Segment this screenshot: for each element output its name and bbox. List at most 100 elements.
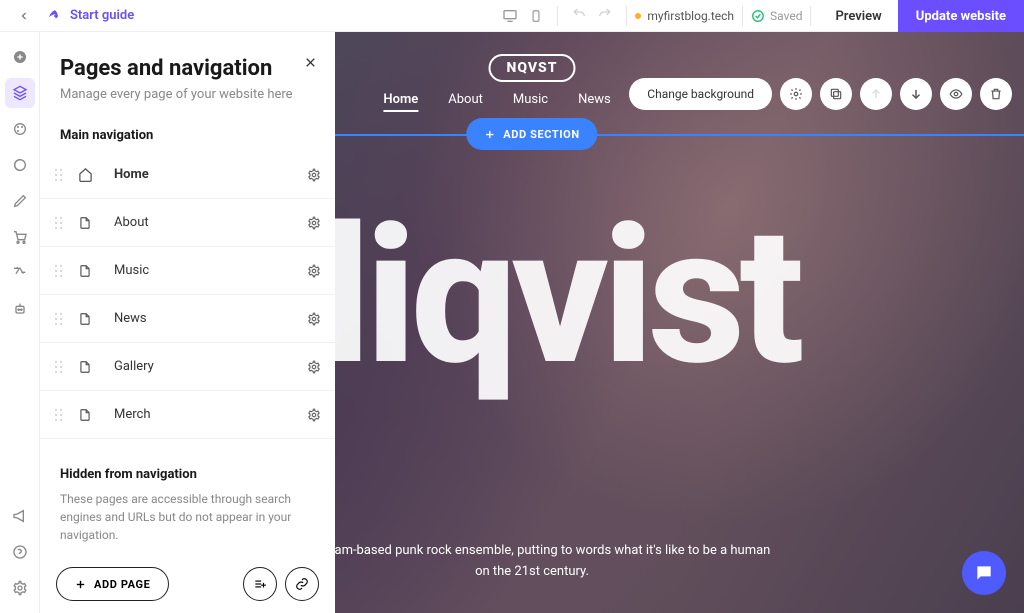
back-button[interactable]: [10, 2, 38, 30]
plus-icon: [75, 579, 86, 590]
site-nav-link[interactable]: Home: [383, 92, 418, 112]
page-name: Music: [114, 263, 307, 278]
rail-styles[interactable]: [5, 114, 35, 144]
rail-blog[interactable]: [5, 186, 35, 216]
logo-text: NQVST: [489, 54, 576, 82]
page-row-main[interactable]: About: [40, 199, 335, 247]
drag-handle-icon[interactable]: [54, 312, 70, 326]
preview-button[interactable]: Preview: [819, 9, 897, 24]
gear-icon: [789, 87, 803, 101]
rail-settings[interactable]: [5, 573, 35, 603]
move-down-button[interactable]: [900, 78, 932, 110]
section-settings-button[interactable]: [780, 78, 812, 110]
tagline-line-2: on the 21st century.: [475, 564, 589, 579]
drag-handle-icon[interactable]: [54, 408, 70, 422]
page-settings-button[interactable]: [307, 168, 321, 182]
add-page-label: ADD PAGE: [94, 578, 150, 591]
pages-panel: Pages and navigation Manage every page o…: [40, 32, 335, 613]
drag-handle-icon[interactable]: [54, 360, 70, 374]
page-row-main[interactable]: News: [40, 295, 335, 343]
move-up-button[interactable]: [860, 78, 892, 110]
page-icon: [78, 360, 102, 374]
arrow-up-icon: [869, 87, 883, 101]
duplicate-section-button[interactable]: [820, 78, 852, 110]
rail-announce[interactable]: [5, 501, 35, 531]
add-section-button[interactable]: ADD SECTION: [466, 118, 597, 150]
page-icon: [78, 264, 102, 278]
list-plus-icon: [253, 577, 267, 591]
topbar: Start guide myfirstblog.tech Saved Previ…: [0, 0, 1024, 32]
rail-ai[interactable]: [5, 294, 35, 324]
visibility-button[interactable]: [940, 78, 972, 110]
page-name: About: [114, 215, 307, 230]
drag-handle-icon[interactable]: [54, 168, 70, 182]
add-page-button[interactable]: ADD PAGE: [56, 567, 169, 601]
mobile-view-button[interactable]: [523, 3, 549, 29]
drag-handle-icon[interactable]: [54, 216, 70, 230]
close-icon: [304, 56, 317, 69]
page-row-main[interactable]: Home: [40, 151, 335, 199]
rail-languages[interactable]: [5, 258, 35, 288]
add-section-label: ADD SECTION: [503, 128, 579, 141]
rocket-icon: [48, 9, 62, 23]
change-background-button[interactable]: Change background: [629, 78, 772, 110]
start-guide-label: Start guide: [70, 8, 134, 23]
page-name: Gallery: [114, 359, 307, 374]
page-row-main[interactable]: Music: [40, 247, 335, 295]
panel-title: Pages and navigation: [60, 56, 311, 81]
page-name: News: [114, 311, 307, 326]
trash-icon: [989, 87, 1003, 101]
page-row-main[interactable]: Merch: [40, 391, 335, 439]
separator: [742, 6, 743, 26]
rail-add[interactable]: [5, 42, 35, 72]
tagline-line-1: msterdam-based punk rock ensemble, putti…: [294, 543, 771, 558]
canvas-toolbar: Change background: [629, 78, 1012, 110]
page-icon: [78, 216, 102, 230]
site-nav-link[interactable]: News: [578, 92, 611, 112]
page-settings-button[interactable]: [307, 360, 321, 374]
page-settings-button[interactable]: [307, 408, 321, 422]
close-panel-button[interactable]: [304, 56, 317, 69]
page-settings-button[interactable]: [307, 312, 321, 326]
page-name: Home: [114, 167, 307, 182]
home-icon: [78, 167, 102, 182]
link-icon: [295, 577, 309, 591]
rail-help[interactable]: [5, 537, 35, 567]
hidden-nav-description: These pages are accessible through searc…: [40, 490, 335, 554]
hero-tagline: msterdam-based punk rock ensemble, putti…: [252, 541, 812, 583]
tool-rail: [0, 32, 40, 613]
delete-section-button[interactable]: [980, 78, 1012, 110]
chat-support-button[interactable]: [962, 551, 1006, 595]
copy-icon: [829, 87, 843, 101]
eye-icon: [949, 87, 963, 101]
separator: [810, 6, 811, 26]
domain-text: myfirstblog.tech: [647, 9, 734, 23]
rail-theme[interactable]: [5, 150, 35, 180]
drag-handle-icon[interactable]: [54, 264, 70, 278]
add-link-button[interactable]: [285, 567, 319, 601]
site-nav-link[interactable]: About: [448, 92, 483, 112]
rail-pages[interactable]: [5, 78, 35, 108]
rail-store[interactable]: [5, 222, 35, 252]
page-name: Merch: [114, 407, 307, 422]
redo-button[interactable]: [592, 3, 618, 29]
hidden-nav-section-label: Hidden from navigation: [40, 457, 335, 490]
panel-subtitle: Manage every page of your website here: [60, 87, 311, 102]
page-icon: [78, 408, 102, 422]
page-settings-button[interactable]: [307, 264, 321, 278]
page-settings-button[interactable]: [307, 216, 321, 230]
undo-button[interactable]: [566, 3, 592, 29]
separator: [557, 6, 558, 26]
domain-display[interactable]: myfirstblog.tech: [635, 9, 734, 23]
desktop-view-button[interactable]: [497, 3, 523, 29]
plus-icon: [484, 129, 495, 140]
site-logo[interactable]: NQVST: [489, 54, 576, 82]
page-row-main[interactable]: Gallery: [40, 343, 335, 391]
update-website-button[interactable]: Update website: [898, 0, 1024, 32]
saved-indicator: Saved: [751, 9, 802, 23]
start-guide-link[interactable]: Start guide: [48, 8, 134, 23]
add-dropdown-button[interactable]: [243, 567, 277, 601]
main-nav-section-label: Main navigation: [40, 118, 335, 151]
site-nav-link[interactable]: Music: [513, 92, 548, 112]
check-icon: [751, 9, 765, 23]
